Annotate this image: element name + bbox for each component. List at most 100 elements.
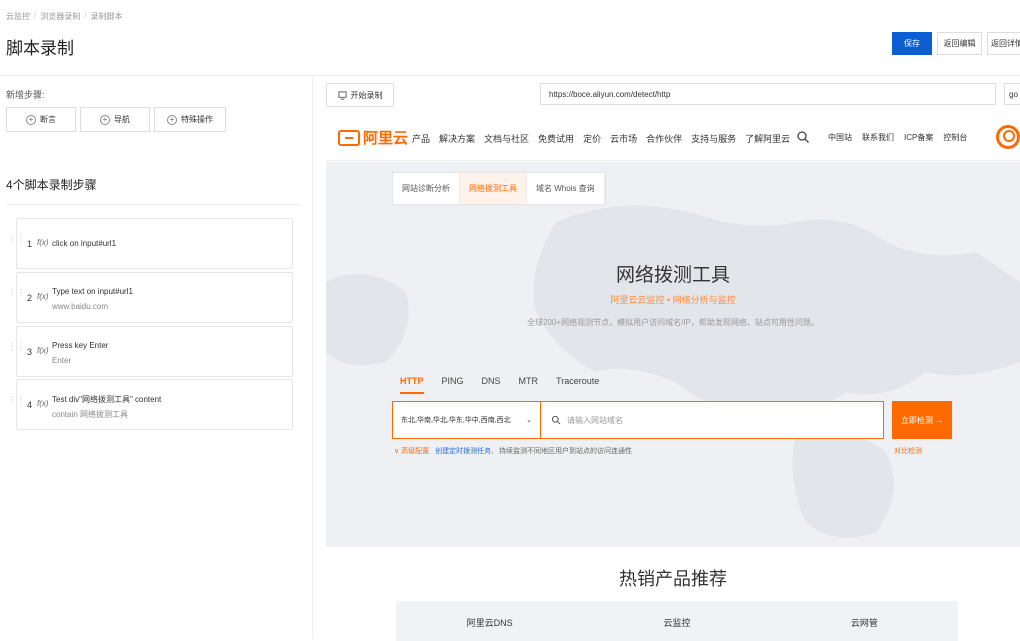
nav-right-item[interactable]: 中国站 <box>828 132 852 143</box>
breadcrumb: 云监控 / 浏览器录制 / 录制脚本 <box>6 11 122 22</box>
nav-item[interactable]: 了解阿里云 <box>745 132 790 145</box>
nav-menu: 产品 解决方案 文档与社区 免费试用 定价 云市场 合作伙伴 支持与服务 了解阿… <box>412 132 790 145</box>
add-special-button[interactable]: + 特殊操作 <box>154 107 226 132</box>
chevron-down-icon: ⌄ <box>526 417 532 424</box>
breadcrumb-item: 录制脚本 <box>90 12 123 21</box>
site-navbar: 阿里云 产品 解决方案 文档与社区 免费试用 定价 云市场 合作伙伴 支持与服务… <box>326 115 1020 161</box>
browser-panel: 开始录制 https://boce.aliyun.com/detect/http… <box>314 77 1020 641</box>
search-placeholder: 请输入网站域名 <box>567 415 623 425</box>
step-value: Enter <box>52 356 72 365</box>
tab-http[interactable]: HTTP <box>400 376 424 394</box>
tool-tabs: 网站诊断分析 网络拨测工具 域名 Whois 查询 <box>392 172 606 205</box>
nav-item[interactable]: 云市场 <box>610 132 637 145</box>
fx-icon: f(x) <box>37 292 49 301</box>
breadcrumb-separator: / <box>84 11 87 20</box>
nav-right-item[interactable]: ICP备案 <box>904 132 933 143</box>
plus-icon: + <box>26 114 36 125</box>
start-record-button[interactable]: 开始录制 <box>326 83 394 107</box>
fx-icon: f(x) <box>37 238 49 247</box>
hero-title: 网络拨测工具 <box>615 265 730 286</box>
nav-item[interactable]: 解决方案 <box>439 132 475 145</box>
step-action: click on input#url1 <box>52 239 117 248</box>
breadcrumb-separator: / <box>34 11 37 20</box>
product-item[interactable]: 云网管 <box>771 601 958 641</box>
logo-text: 阿里云 <box>363 130 409 147</box>
add-special-label: 特殊操作 <box>181 115 213 124</box>
search-icon[interactable] <box>796 130 810 144</box>
start-record-label: 开始录制 <box>350 90 383 100</box>
aliyun-logo-icon <box>338 129 360 146</box>
step-item[interactable]: ⋮⋮ 1 f(x) click on input#url1 <box>8 218 293 269</box>
steps-count-title: 4个脚本录制步骤 <box>6 178 97 192</box>
save-button[interactable]: 保存 <box>892 32 932 55</box>
protocol-tabs: HTTP PING DNS MTR Traceroute <box>400 376 599 394</box>
nav-right-item[interactable]: 控制台 <box>943 132 967 143</box>
hot-products-title: 热销产品推荐 <box>619 569 727 589</box>
nav-item[interactable]: 定价 <box>583 132 601 145</box>
tab-mtr[interactable]: MTR <box>519 376 539 394</box>
drag-handle-icon[interactable]: ⋮⋮ <box>8 343 25 359</box>
tab-ping[interactable]: PING <box>442 376 464 394</box>
back-edit-button[interactable]: 返回编辑 <box>937 32 982 55</box>
tab-whois[interactable]: 域名 Whois 查询 <box>527 173 605 204</box>
tab-dns[interactable]: DNS <box>482 376 501 394</box>
plus-icon: + <box>167 114 177 125</box>
product-item[interactable]: 阿里云DNS <box>396 601 583 641</box>
drag-handle-icon[interactable]: ⋮⋮ <box>8 396 25 412</box>
go-button[interactable]: go t <box>1004 83 1020 105</box>
hero-section: 网站诊断分析 网络拨测工具 域名 Whois 查询 网络拨测工具 阿里云云监控 … <box>326 162 1020 547</box>
advanced-row: ∨ 高级配置 创建定时拨测任务, 持续监测不同地区用户到站点的访问连通性 <box>394 446 632 456</box>
breadcrumb-item[interactable]: 云监控 <box>6 11 30 22</box>
url-input[interactable]: https://boce.aliyun.com/detect/http <box>540 83 996 105</box>
step-action: Type text on input#url1 <box>52 287 133 296</box>
step-value: www.baidu.com <box>52 302 109 311</box>
step-item[interactable]: ⋮⋮ 2 f(x) Type text on input#url1 www.ba… <box>8 272 293 323</box>
drag-handle-icon[interactable]: ⋮⋮ <box>8 235 25 251</box>
tab-network-probe[interactable]: 网络拨测工具 <box>460 173 527 204</box>
fx-icon: f(x) <box>37 399 49 408</box>
back-detail-button[interactable]: 返回详情 <box>987 32 1020 55</box>
detect-now-button[interactable]: 立即检测 → <box>892 401 952 439</box>
nav-right: 中国站 联系我们 ICP备案 控制台 <box>828 132 967 143</box>
plus-icon: + <box>100 114 110 125</box>
user-avatar-icon[interactable] <box>996 125 1020 149</box>
nav-item[interactable]: 支持与服务 <box>691 132 736 145</box>
advanced-settings-toggle[interactable]: ∨ 高级配置 <box>394 446 429 456</box>
nav-item[interactable]: 合作伙伴 <box>646 132 682 145</box>
divider <box>6 204 300 205</box>
page-header: 云监控 / 浏览器录制 / 录制脚本 脚本录制 保存 返回编辑 返回详情 <box>0 0 1020 76</box>
nav-item[interactable]: 产品 <box>412 132 430 145</box>
nav-right-item[interactable]: 联系我们 <box>862 132 894 143</box>
tab-traceroute[interactable]: Traceroute <box>556 376 599 394</box>
step-value: contain 网络拨测工具 <box>52 410 129 419</box>
add-assert-label: 断言 <box>40 115 56 124</box>
step-number: 1 <box>27 239 33 249</box>
region-select[interactable]: 东北,华南,华北,华东,华中,西南,西北 ⌄ <box>392 401 540 439</box>
add-assert-button[interactable]: + 断言 <box>6 107 76 132</box>
hero-subtitle: 阿里云云监控 • 网络分析与监控 <box>610 295 736 305</box>
add-navigate-button[interactable]: + 导航 <box>80 107 150 132</box>
product-list: 阿里云DNS 云监控 云网管 <box>396 601 958 641</box>
search-icon <box>551 415 561 425</box>
step-item[interactable]: ⋮⋮ 3 f(x) Press key Enter Enter <box>8 326 293 377</box>
create-task-link[interactable]: 创建定时拨测任务, <box>435 446 493 456</box>
domain-search-input[interactable]: 请输入网站域名 <box>540 401 884 439</box>
page-title: 脚本录制 <box>6 39 74 58</box>
step-action: Press key Enter <box>52 341 109 350</box>
advanced-hint: 持续监测不同地区用户到站点的访问连通性 <box>499 448 633 455</box>
aliyun-logo[interactable]: 阿里云 <box>338 127 408 148</box>
nav-item[interactable]: 文档与社区 <box>484 132 529 145</box>
nav-item[interactable]: 免费试用 <box>538 132 574 145</box>
fx-icon: f(x) <box>37 346 49 355</box>
compare-link[interactable]: 对比检测 <box>894 446 922 456</box>
step-number: 4 <box>27 400 33 410</box>
tab-site-diagnosis[interactable]: 网站诊断分析 <box>393 173 460 204</box>
step-number: 3 <box>27 347 33 357</box>
breadcrumb-item[interactable]: 浏览器录制 <box>40 11 80 22</box>
drag-handle-icon[interactable]: ⋮⋮ <box>8 289 25 305</box>
world-map-illustration <box>326 205 1020 538</box>
add-navigate-label: 导航 <box>114 115 130 124</box>
step-item[interactable]: ⋮⋮ 4 f(x) Test div"网络拨测工具" content conta… <box>8 379 293 430</box>
add-step-label: 新增步骤: <box>6 90 45 100</box>
product-item[interactable]: 云监控 <box>583 601 770 641</box>
